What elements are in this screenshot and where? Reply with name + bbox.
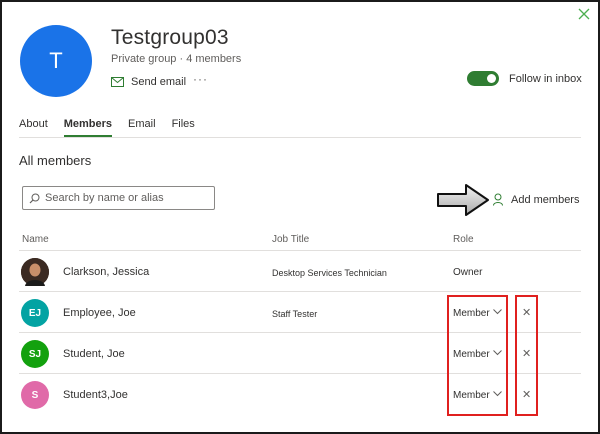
follow-label: Follow in inbox (509, 72, 582, 85)
role-highlight-box (447, 295, 508, 416)
add-members-button[interactable]: Add members (493, 193, 579, 206)
person-photo-icon (21, 258, 49, 286)
tab-bar: About Members Email Files (19, 118, 211, 137)
column-header-role[interactable]: Role (453, 234, 474, 245)
tab-email[interactable]: Email (128, 118, 156, 137)
pointer-arrow-icon (437, 184, 489, 216)
search-placeholder: Search by name or alias (45, 192, 164, 204)
member-job-title: Desktop Services Technician (272, 268, 387, 278)
search-input[interactable]: Search by name or alias (22, 186, 215, 210)
send-email-button[interactable]: Send email (111, 76, 186, 88)
member-name[interactable]: Student3,Joe (63, 389, 128, 401)
mail-icon (111, 77, 124, 87)
tab-members[interactable]: Members (63, 118, 113, 137)
follow-toggle[interactable] (467, 71, 499, 86)
follow-in-inbox[interactable]: Follow in inbox (467, 71, 582, 86)
group-meta: Private group · 4 members (111, 53, 242, 65)
group-avatar: T (20, 25, 92, 97)
group-title: Testgroup03 (111, 26, 229, 49)
member-job-title: Staff Tester (272, 309, 318, 319)
close-icon[interactable] (577, 7, 591, 21)
column-header-name[interactable]: Name (22, 234, 49, 245)
avatar: S (21, 381, 49, 409)
search-icon (29, 193, 40, 203)
add-person-icon (493, 193, 503, 206)
more-options-button[interactable]: ··· (193, 72, 208, 86)
avatar: SJ (21, 340, 49, 368)
member-role: Owner (453, 267, 483, 278)
avatar (21, 258, 49, 286)
member-name[interactable]: Student, Joe (63, 348, 125, 360)
group-avatar-initial: T (49, 48, 63, 73)
avatar: EJ (21, 299, 49, 327)
column-header-job-title[interactable]: Job Title (272, 234, 309, 245)
add-members-label: Add members (511, 193, 580, 206)
member-name[interactable]: Clarkson, Jessica (63, 266, 149, 278)
section-title: All members (19, 153, 92, 168)
tab-about[interactable]: About (19, 118, 48, 137)
remove-highlight-box (515, 295, 538, 416)
header-divider (19, 250, 581, 251)
tab-files[interactable]: Files (172, 118, 195, 137)
member-name[interactable]: Employee, Joe (63, 307, 136, 319)
tab-divider (19, 137, 581, 138)
send-email-label: Send email (131, 76, 187, 88)
row-divider (19, 291, 581, 292)
